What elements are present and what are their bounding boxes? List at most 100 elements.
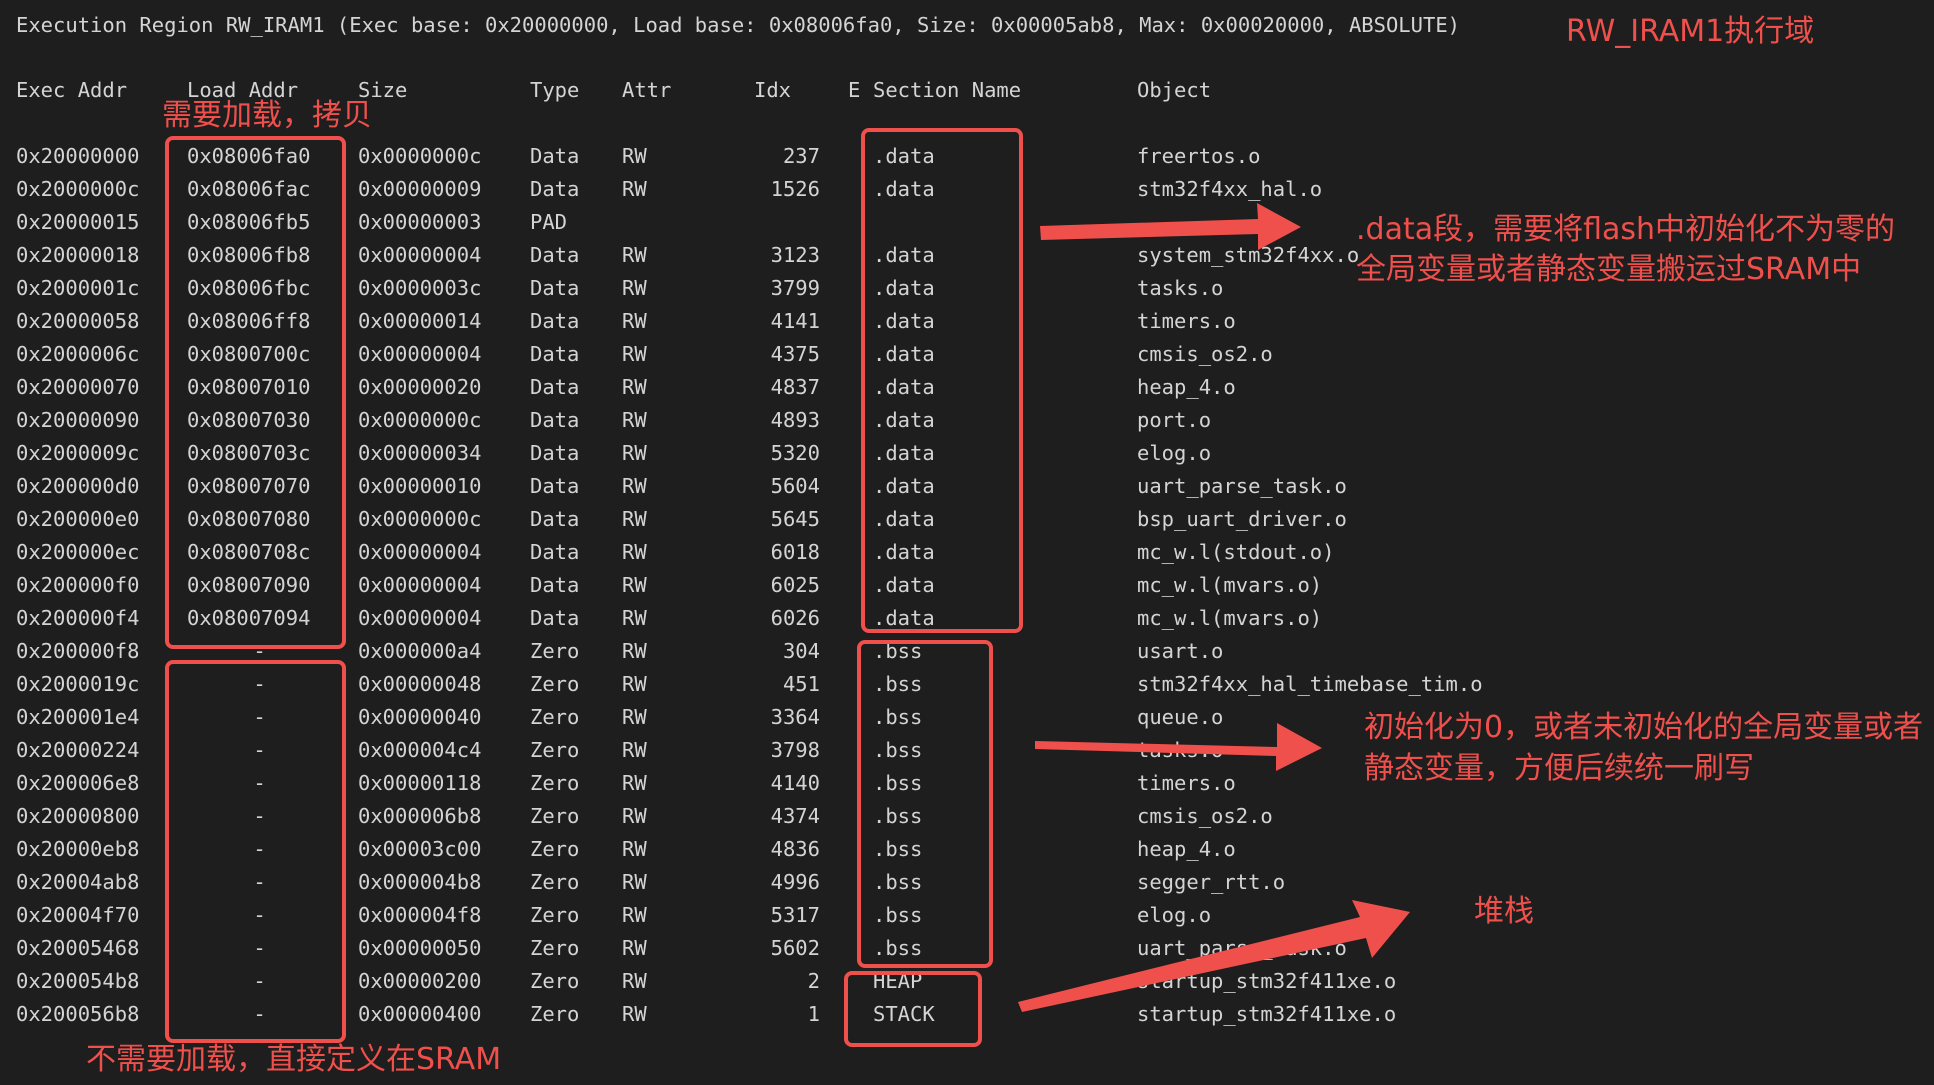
- row-idx: 1: [807, 1002, 820, 1026]
- row-exec-addr: 0x2000019c: [16, 672, 140, 696]
- row-type: Zero: [530, 738, 580, 762]
- header-exec-addr: Exec Addr: [16, 78, 128, 102]
- section-heap-stack-box: [844, 971, 982, 1047]
- row-attr: RW: [622, 474, 647, 498]
- row-exec-addr: 0x2000009c: [16, 441, 140, 465]
- row-idx: 4141: [770, 309, 820, 333]
- section-data-box: [861, 128, 1023, 633]
- row-type: Zero: [530, 639, 580, 663]
- row-idx: 3364: [770, 705, 820, 729]
- row-type: Data: [530, 177, 580, 201]
- row-size: 0x0000000c: [358, 408, 482, 432]
- load-addr-bss-box: [165, 660, 346, 1043]
- row-object: heap_4.o: [1137, 375, 1236, 399]
- row-exec-addr: 0x2000006c: [16, 342, 140, 366]
- row-attr: RW: [622, 540, 647, 564]
- row-object: system_stm32f4xx.o: [1137, 243, 1360, 267]
- row-size: 0x00000004: [358, 540, 482, 564]
- row-idx: 451: [782, 672, 820, 696]
- row-object: bsp_uart_driver.o: [1137, 507, 1347, 531]
- row-type: Zero: [530, 903, 580, 927]
- row-size: 0x00000014: [358, 309, 482, 333]
- row-exec-addr: 0x2000000c: [16, 177, 140, 201]
- row-exec-addr: 0x20000090: [16, 408, 140, 432]
- row-object: stm32f4xx_hal_timebase_tim.o: [1137, 672, 1483, 696]
- row-type: Data: [530, 342, 580, 366]
- row-idx: 3799: [770, 276, 820, 300]
- annotation-rw-iram1: RW_IRAM1执行域: [1566, 14, 1815, 49]
- row-idx: 4996: [770, 870, 820, 894]
- annotation-no-load: 不需要加载，直接定义在SRAM: [86, 1042, 502, 1077]
- row-size: 0x000004f8: [358, 903, 482, 927]
- row-size: 0x00000010: [358, 474, 482, 498]
- row-size: 0x00000004: [358, 342, 482, 366]
- row-size: 0x00000009: [358, 177, 482, 201]
- row-idx: 5602: [770, 936, 820, 960]
- row-attr: RW: [622, 804, 647, 828]
- row-idx: 4140: [770, 771, 820, 795]
- row-type: PAD: [530, 210, 568, 234]
- row-idx: 3798: [770, 738, 820, 762]
- row-size: 0x000006b8: [358, 804, 482, 828]
- row-type: Zero: [530, 936, 580, 960]
- row-exec-addr: 0x20000070: [16, 375, 140, 399]
- row-size: 0x00003c00: [358, 837, 482, 861]
- row-object: elog.o: [1137, 903, 1212, 927]
- header-e: E: [848, 78, 861, 102]
- row-idx: 237: [782, 144, 820, 168]
- row-idx: 4893: [770, 408, 820, 432]
- row-object: queue.o: [1137, 705, 1224, 729]
- row-object: startup_stm32f411xe.o: [1137, 1002, 1397, 1026]
- row-idx: 5645: [770, 507, 820, 531]
- row-type: Data: [530, 474, 580, 498]
- row-idx: 5320: [770, 441, 820, 465]
- row-attr: RW: [622, 441, 647, 465]
- row-object: tasks.o: [1137, 738, 1224, 762]
- row-object: timers.o: [1137, 771, 1236, 795]
- row-size: 0x00000004: [358, 243, 482, 267]
- row-object: usart.o: [1137, 639, 1224, 663]
- row-size: 0x00000200: [358, 969, 482, 993]
- row-type: Data: [530, 408, 580, 432]
- row-object: uart_parse_task.o: [1137, 474, 1347, 498]
- row-size: 0x00000004: [358, 573, 482, 597]
- region-title: Execution Region RW_IRAM1 (Exec base: 0x…: [16, 13, 1461, 37]
- row-type: Zero: [530, 705, 580, 729]
- row-size: 0x00000020: [358, 375, 482, 399]
- row-exec-addr: 0x20004ab8: [16, 870, 140, 894]
- row-size: 0x00000400: [358, 1002, 482, 1026]
- row-object: elog.o: [1137, 441, 1212, 465]
- row-exec-addr: 0x20004f70: [16, 903, 140, 927]
- row-object: freertos.o: [1137, 144, 1261, 168]
- row-exec-addr: 0x200000f8: [16, 639, 140, 663]
- row-idx: 4374: [770, 804, 820, 828]
- row-size: 0x000004b8: [358, 870, 482, 894]
- row-type: Data: [530, 375, 580, 399]
- row-attr: RW: [622, 672, 647, 696]
- row-type: Zero: [530, 969, 580, 993]
- row-idx: 4837: [770, 375, 820, 399]
- row-attr: RW: [622, 771, 647, 795]
- row-object: startup_stm32f411xe.o: [1137, 969, 1397, 993]
- row-attr: RW: [622, 375, 647, 399]
- row-type: Zero: [530, 1002, 580, 1026]
- row-exec-addr: 0x200000ec: [16, 540, 140, 564]
- row-type: Data: [530, 276, 580, 300]
- row-exec-addr: 0x200056b8: [16, 1002, 140, 1026]
- row-attr: RW: [622, 639, 647, 663]
- row-attr: RW: [622, 705, 647, 729]
- row-object: segger_rtt.o: [1137, 870, 1286, 894]
- row-type: Zero: [530, 672, 580, 696]
- row-object: tasks.o: [1137, 276, 1224, 300]
- annotation-need-load: 需要加载，拷贝: [162, 98, 372, 133]
- row-exec-addr: 0x200054b8: [16, 969, 140, 993]
- row-attr: RW: [622, 309, 647, 333]
- row-size: 0x0000003c: [358, 276, 482, 300]
- section-bss-box: [857, 640, 993, 968]
- row-object: mc_w.l(mvars.o): [1137, 606, 1323, 630]
- row-object: timers.o: [1137, 309, 1236, 333]
- header-section-name: Section Name: [873, 78, 1022, 102]
- annotation-bss-note-line1: 初始化为0，或者未初始化的全局变量或者: [1364, 710, 1924, 745]
- row-object: cmsis_os2.o: [1137, 342, 1273, 366]
- row-exec-addr: 0x20000015: [16, 210, 140, 234]
